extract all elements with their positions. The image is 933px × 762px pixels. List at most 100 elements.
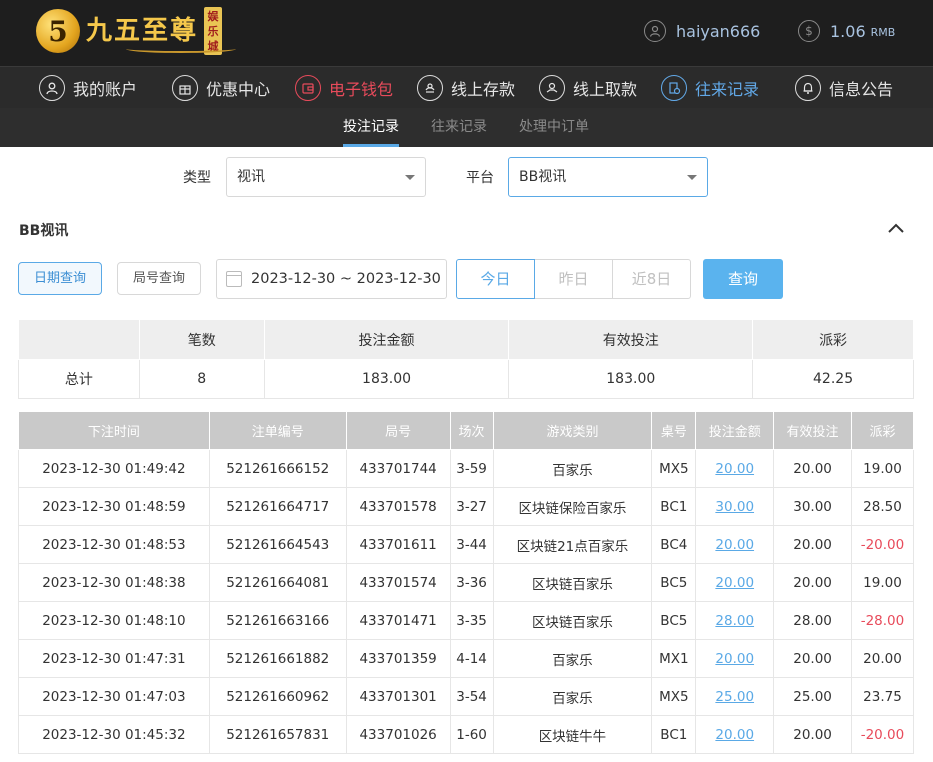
tab-pending-orders[interactable]: 处理中订单 [519, 108, 589, 147]
bet-amount-cell[interactable]: 20.00 [695, 563, 775, 602]
balance-display: $ 1.06 RMB [798, 18, 895, 44]
nav-deposit[interactable]: 线上存款 [417, 67, 515, 109]
table-no-cell: MX1 [651, 639, 697, 678]
game-type-cell: 区块链保险百家乐 [492, 487, 653, 526]
table-row: 2023-12-30 01:48:59 521261664717 433701578… [18, 487, 915, 526]
bet-amount-link[interactable]: 20.00 [715, 537, 754, 553]
tab-bet-records[interactable]: 投注记录 [343, 108, 399, 147]
bet-records-table: 下注时间 注单编号 局号 场次 游戏类别 桌号 投注金额 有效投注 派彩 202… [18, 411, 915, 754]
game-type-cell: 百家乐 [492, 677, 653, 716]
column-header: 下注时间 [18, 411, 210, 450]
column-header: 游戏类别 [492, 411, 653, 450]
username[interactable]: haiyan666 [676, 22, 760, 41]
main-nav: 我的账户 优惠中心 电子钱包 线上存款 线上取款 往来记录 信息公告 [0, 66, 933, 108]
valid-bet-cell: 20.00 [773, 449, 852, 488]
bet-time-cell: 2023-12-30 01:48:38 [18, 563, 210, 602]
bet-id-cell: 521261666152 [208, 449, 347, 488]
nav-announcements[interactable]: 信息公告 [795, 67, 893, 109]
bet-amount-link[interactable]: 20.00 [715, 651, 754, 667]
bet-amount-link[interactable]: 20.00 [715, 575, 754, 591]
table-no-cell: MX5 [651, 677, 697, 716]
payout-cell: 19.00 [850, 449, 915, 488]
summary-total-row: 总计 8 183.00 183.00 42.25 [18, 359, 914, 399]
bet-amount-cell[interactable]: 20.00 [695, 715, 775, 754]
bet-amount-cell[interactable]: 20.00 [695, 449, 775, 488]
bet-amount-cell[interactable]: 20.00 [695, 525, 775, 564]
range-8days-button[interactable]: 近8日 [612, 259, 691, 299]
round-id-cell: 433701359 [345, 639, 451, 678]
valid-bet-cell: 25.00 [773, 677, 852, 716]
summary-cell: 183.00 [263, 359, 510, 399]
bet-time-cell: 2023-12-30 01:47:03 [18, 677, 210, 716]
valid-bet-cell: 20.00 [773, 715, 852, 754]
date-query-button[interactable]: 日期查询 [18, 262, 102, 295]
payout-cell: 20.00 [850, 639, 915, 678]
logo-swash [126, 45, 236, 53]
bet-amount-cell[interactable]: 20.00 [695, 639, 775, 678]
date-range-input[interactable]: 2023-12-30 ~ 2023-12-30 [216, 259, 447, 299]
bet-amount-link[interactable]: 28.00 [715, 613, 754, 629]
bet-time-cell: 2023-12-30 01:48:53 [18, 525, 210, 564]
range-today-button[interactable]: 今日 [456, 259, 535, 299]
site-logo[interactable]: 5 九五至尊 娱乐城 [36, 5, 236, 57]
session-cell: 3-44 [449, 525, 494, 564]
bet-amount-link[interactable]: 25.00 [715, 689, 754, 705]
section-title: BB视讯 [19, 223, 69, 239]
type-select[interactable]: 视讯 [226, 157, 426, 197]
user-icon [644, 20, 666, 42]
nav-promotions[interactable]: 优惠中心 [172, 67, 270, 109]
bet-id-cell: 521261661882 [208, 639, 347, 678]
payout-cell: 23.75 [850, 677, 915, 716]
table-no-cell: MX5 [651, 449, 697, 488]
withdraw-icon [539, 75, 565, 101]
session-cell: 4-14 [449, 639, 494, 678]
round-id-cell: 433701301 [345, 677, 451, 716]
bet-amount-cell[interactable]: 25.00 [695, 677, 775, 716]
payout-cell: -20.00 [850, 715, 915, 754]
bet-amount-link[interactable]: 20.00 [715, 461, 754, 477]
platform-select[interactable]: BB视讯 [508, 157, 708, 197]
type-select-value: 视讯 [237, 169, 265, 185]
nav-e-wallet[interactable]: 电子钱包 [295, 67, 393, 109]
bet-amount-cell[interactable]: 28.00 [695, 601, 775, 640]
search-button[interactable]: 查询 [703, 259, 783, 299]
bet-time-cell: 2023-12-30 01:49:42 [18, 449, 210, 488]
nav-transaction-records[interactable]: 往来记录 [661, 67, 759, 109]
summary-cell: 8 [138, 359, 265, 399]
user-account[interactable]: haiyan666 [644, 18, 760, 44]
column-header: 桌号 [651, 411, 697, 450]
bet-amount-cell[interactable]: 30.00 [695, 487, 775, 526]
round-id-cell: 433701578 [345, 487, 451, 526]
column-header: 局号 [345, 411, 451, 450]
bet-id-cell: 521261663166 [208, 601, 347, 640]
game-type-cell: 百家乐 [492, 449, 653, 488]
column-header: 有效投注 [773, 411, 852, 450]
column-header: 派彩 [850, 411, 915, 450]
nav-withdraw[interactable]: 线上取款 [539, 67, 637, 109]
gift-icon [172, 75, 198, 101]
session-cell: 3-27 [449, 487, 494, 526]
chevron-up-icon[interactable] [887, 221, 905, 235]
top-header: 5 九五至尊 娱乐城 haiyan666 $ 1.06 RMB [0, 0, 933, 66]
table-no-cell: BC1 [651, 715, 697, 754]
dollar-icon: $ [798, 20, 820, 42]
bet-id-cell: 521261657831 [208, 715, 347, 754]
bet-amount-link[interactable]: 20.00 [715, 727, 754, 743]
nav-my-account[interactable]: 我的账户 [39, 67, 137, 109]
round-id-cell: 433701471 [345, 601, 451, 640]
summary-header: 有效投注 [508, 319, 754, 360]
column-header: 投注金额 [695, 411, 775, 450]
table-row: 2023-12-30 01:45:32 521261657831 433701026… [18, 715, 915, 754]
range-yesterday-button[interactable]: 昨日 [534, 259, 613, 299]
payout-cell: 28.50 [850, 487, 915, 526]
valid-bet-cell: 28.00 [773, 601, 852, 640]
nav-label: 我的账户 [73, 80, 138, 99]
nav-label: 优惠中心 [206, 80, 271, 99]
bet-time-cell: 2023-12-30 01:45:32 [18, 715, 210, 754]
game-type-cell: 百家乐 [492, 639, 653, 678]
round-query-button[interactable]: 局号查询 [117, 262, 201, 295]
nav-label: 线上取款 [573, 80, 638, 99]
tab-transaction-records[interactable]: 往来记录 [431, 108, 487, 147]
bet-id-cell: 521261664543 [208, 525, 347, 564]
bet-amount-link[interactable]: 30.00 [715, 499, 754, 515]
